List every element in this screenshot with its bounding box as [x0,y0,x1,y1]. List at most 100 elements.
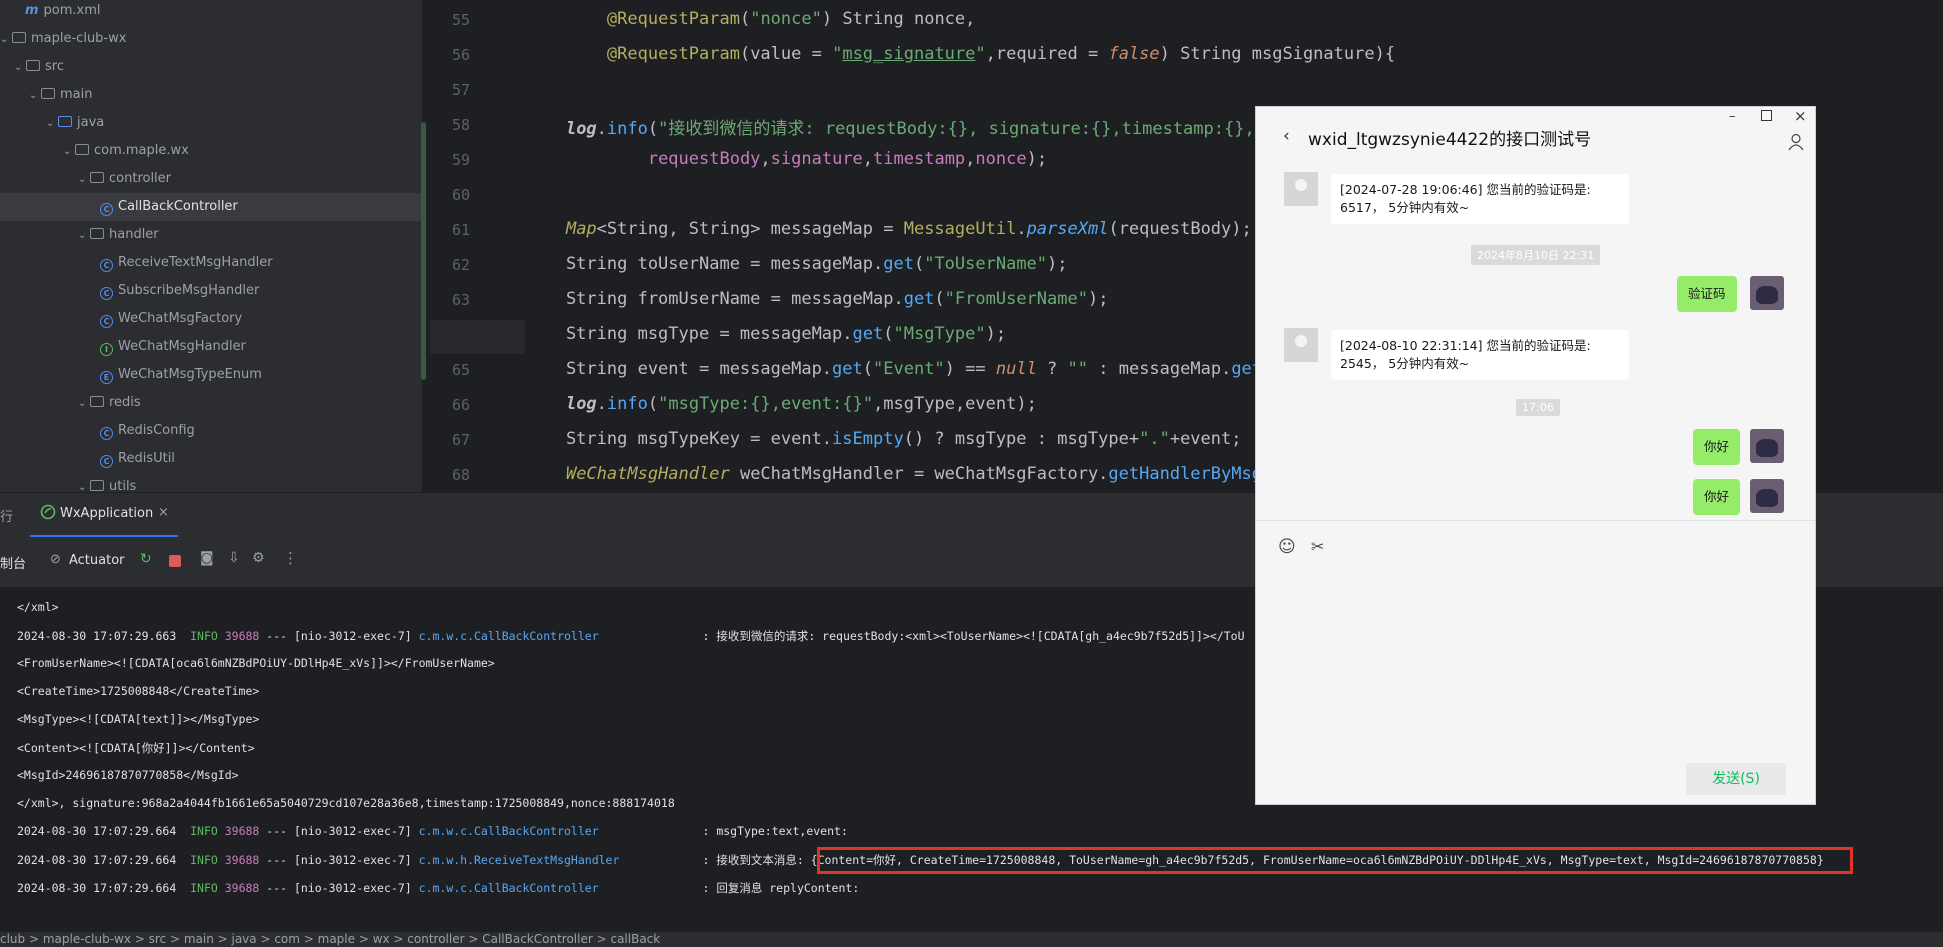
tree-item-controller[interactable]: ⌄ controller [0,165,422,193]
tree-item-com-maple-wx[interactable]: ⌄ com.maple.wx [0,137,422,165]
tab-actuator[interactable]: Actuator [69,553,125,568]
chevron-down-icon[interactable]: ⌄ [29,82,41,110]
tree-item-label: utils [109,479,137,492]
tree-item-java[interactable]: ⌄ java [0,109,422,137]
tree-item-label: java [77,115,105,130]
status-breadcrumb[interactable]: club > maple-club-wx > src > main > java… [0,932,1943,947]
stop-icon[interactable] [169,555,181,567]
tab-wxapplication[interactable]: WxApplication [60,506,153,521]
chevron-down-icon[interactable]: ⌄ [63,138,75,166]
class-icon: C [100,203,113,216]
camera-icon[interactable]: ◙ [200,550,214,566]
tree-item-label: RedisUtil [118,451,175,466]
chevron-down-icon[interactable]: ⌄ [78,474,90,492]
tree-item-redisconfig[interactable]: C RedisConfig [0,417,422,445]
tree-item-label: handler [109,227,159,242]
back-icon[interactable]: ‹ [1283,126,1290,146]
source-folder-icon [58,116,72,127]
input-divider [1256,520,1815,521]
sent-message: 你好 [1693,429,1741,465]
chevron-down-icon[interactable]: ⌄ [78,222,90,250]
more-options-icon[interactable]: ⋮ [283,549,298,567]
user-avatar[interactable] [1750,429,1784,463]
console-line: <MsgId>24696187870770858</MsgId> [17,768,239,782]
console-line: <FromUserName><![CDATA[oca6l6mNZBdPOiUY-… [17,656,495,670]
emoji-icon[interactable]: ☺ [1278,537,1296,557]
line-number: 68 [451,466,470,484]
chevron-down-icon[interactable]: ⌄ [46,110,58,138]
tree-item-wechatmsgtypeenum[interactable]: E WeChatMsgTypeEnum [0,361,422,389]
tree-scrollbar[interactable] [421,122,426,380]
line-number: 55 [451,11,470,29]
chat-title: wxid_ltgwzsynie4422的接口测试号 [1308,130,1592,150]
tree-item-callbackcontroller[interactable]: C CallBackController [0,193,422,221]
code-line-64: String msgType = messageMap.get("MsgType… [525,324,1007,344]
console-line: </xml> [17,600,59,614]
close-tab-icon[interactable]: × [158,505,169,520]
tree-item-label: src [45,59,64,74]
line-number: 56 [451,46,470,64]
package-icon [75,144,89,155]
tree-item-wechatmsghandler[interactable]: I WeChatMsgHandler [0,333,422,361]
chevron-down-icon[interactable]: ⌄ [78,166,90,194]
code-line-66: log.info("msgType:{},event:{}",msgType,e… [565,394,1037,414]
class-icon: C [100,455,113,468]
console-line: 2024-08-30 17:07:29.664 INFO 39688 --- [… [17,881,860,895]
tree-item-pom-xml[interactable]: m pom.xml [0,0,422,25]
user-avatar[interactable] [1750,276,1784,310]
line-number: 65 [451,361,470,379]
chevron-down-icon[interactable]: ⌄ [78,390,90,418]
settings-icon[interactable]: ⚙ [252,550,265,566]
folder-icon [41,88,55,99]
folder-icon [26,60,40,71]
line-number: 59 [451,151,470,169]
minimize-icon[interactable]: – [1729,109,1736,124]
console-line: <Content><![CDATA[你好]]></Content> [17,741,255,755]
run-label-fragment: 行 [0,510,14,525]
dump-threads-icon[interactable]: ⇩ [228,550,240,566]
package-icon [90,172,104,183]
package-icon [90,480,104,491]
sent-message: 验证码 [1677,276,1737,312]
contact-profile-icon[interactable] [1788,133,1804,151]
maximize-icon[interactable] [1761,110,1772,121]
tree-item-label: SubscribeMsgHandler [118,283,260,298]
scissors-icon[interactable]: ✂ [1311,537,1324,556]
tree-item-redisutil[interactable]: C RedisUtil [0,445,422,473]
package-icon [90,228,104,239]
tree-item-src[interactable]: ⌄ src [0,53,422,81]
code-line-65: String event = messageMap.get("Event") =… [525,359,1364,379]
tree-item-subscribemsghandler[interactable]: C SubscribeMsgHandler [0,277,422,305]
class-icon: C [100,287,113,300]
tree-item-main[interactable]: ⌄ main [0,81,422,109]
rerun-icon[interactable]: ↻ [140,551,152,567]
code-line-58: log.info("接收到微信的请求: requestBody:{}, sign… [565,119,1357,139]
chevron-down-icon[interactable]: ⌄ [0,26,12,54]
tree-item-wechatmsgfactory[interactable]: C WeChatMsgFactory [0,305,422,333]
console-line: 2024-08-30 17:07:29.664 INFO 39688 --- [… [17,824,848,838]
tree-item-receivetextmsghandler[interactable]: C ReceiveTextMsgHandler [0,249,422,277]
project-tree: m pom.xml ⌄ maple-club-wx ⌄ src ⌄ main ⌄ java ⌄ com… [0,0,422,492]
tree-item-label: pom.xml [43,3,101,18]
wechat-chat-window: – × ‹ wxid_ltgwzsynie4422的接口测试号 [2024-07… [1255,106,1816,805]
tree-item-handler[interactable]: ⌄ handler [0,221,422,249]
tab-console[interactable]: 制台 [0,553,26,572]
tree-item-maple-club-wx[interactable]: ⌄ maple-club-wx [0,25,420,53]
tree-item-label: WeChatMsgFactory [118,311,243,326]
send-button[interactable]: 发送(S) [1686,763,1786,795]
class-icon: C [100,427,113,440]
tree-item-label: ReceiveTextMsgHandler [118,255,273,270]
line-number: 58 [451,116,470,134]
line-number: 63 [451,291,470,309]
interface-icon: I [100,343,113,356]
close-window-icon[interactable]: × [1794,107,1807,125]
user-avatar[interactable] [1750,479,1784,513]
chevron-down-icon[interactable]: ⌄ [14,54,26,82]
contact-avatar[interactable] [1284,172,1318,206]
tree-item-utils[interactable]: ⌄ utils [0,473,422,492]
contact-avatar[interactable] [1284,328,1318,362]
tree-item-redis[interactable]: ⌄ redis [0,389,422,417]
folder-icon [12,32,26,43]
line-gutter: 5556575859606162636465666768 [430,0,525,492]
message-input[interactable] [1274,567,1799,747]
